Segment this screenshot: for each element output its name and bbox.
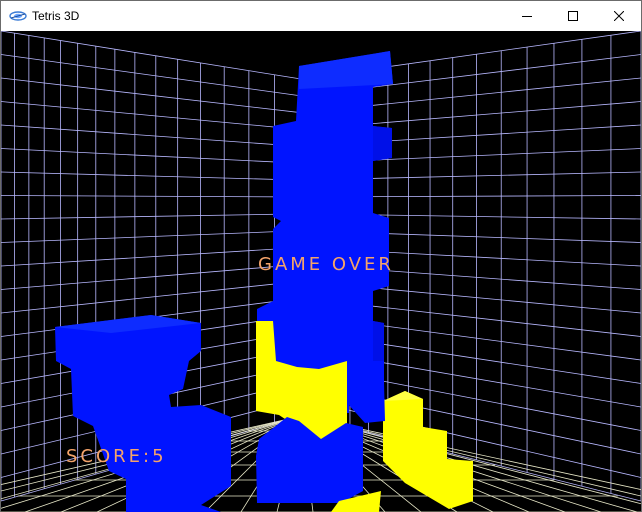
title-bar[interactable]: Tetris 3D <box>1 1 641 31</box>
score-label: SCORE: <box>66 446 153 467</box>
score-value: 5 <box>152 446 167 467</box>
minimize-icon <box>522 11 532 21</box>
minimize-button[interactable] <box>504 1 550 31</box>
window-title: Tetris 3D <box>32 9 80 23</box>
tetris-app-icon <box>9 9 27 23</box>
game-viewport[interactable]: GAME OVER SCORE:5 <box>1 31 641 512</box>
maximize-icon <box>568 11 578 21</box>
maximize-button[interactable] <box>550 1 596 31</box>
close-icon <box>614 11 624 21</box>
score-display: SCORE:5 <box>66 447 167 467</box>
tetris-window: Tetris 3D GAME OVER SCORE:5 <box>0 0 642 512</box>
close-button[interactable] <box>596 1 642 31</box>
game-over-text: GAME OVER <box>258 254 394 275</box>
